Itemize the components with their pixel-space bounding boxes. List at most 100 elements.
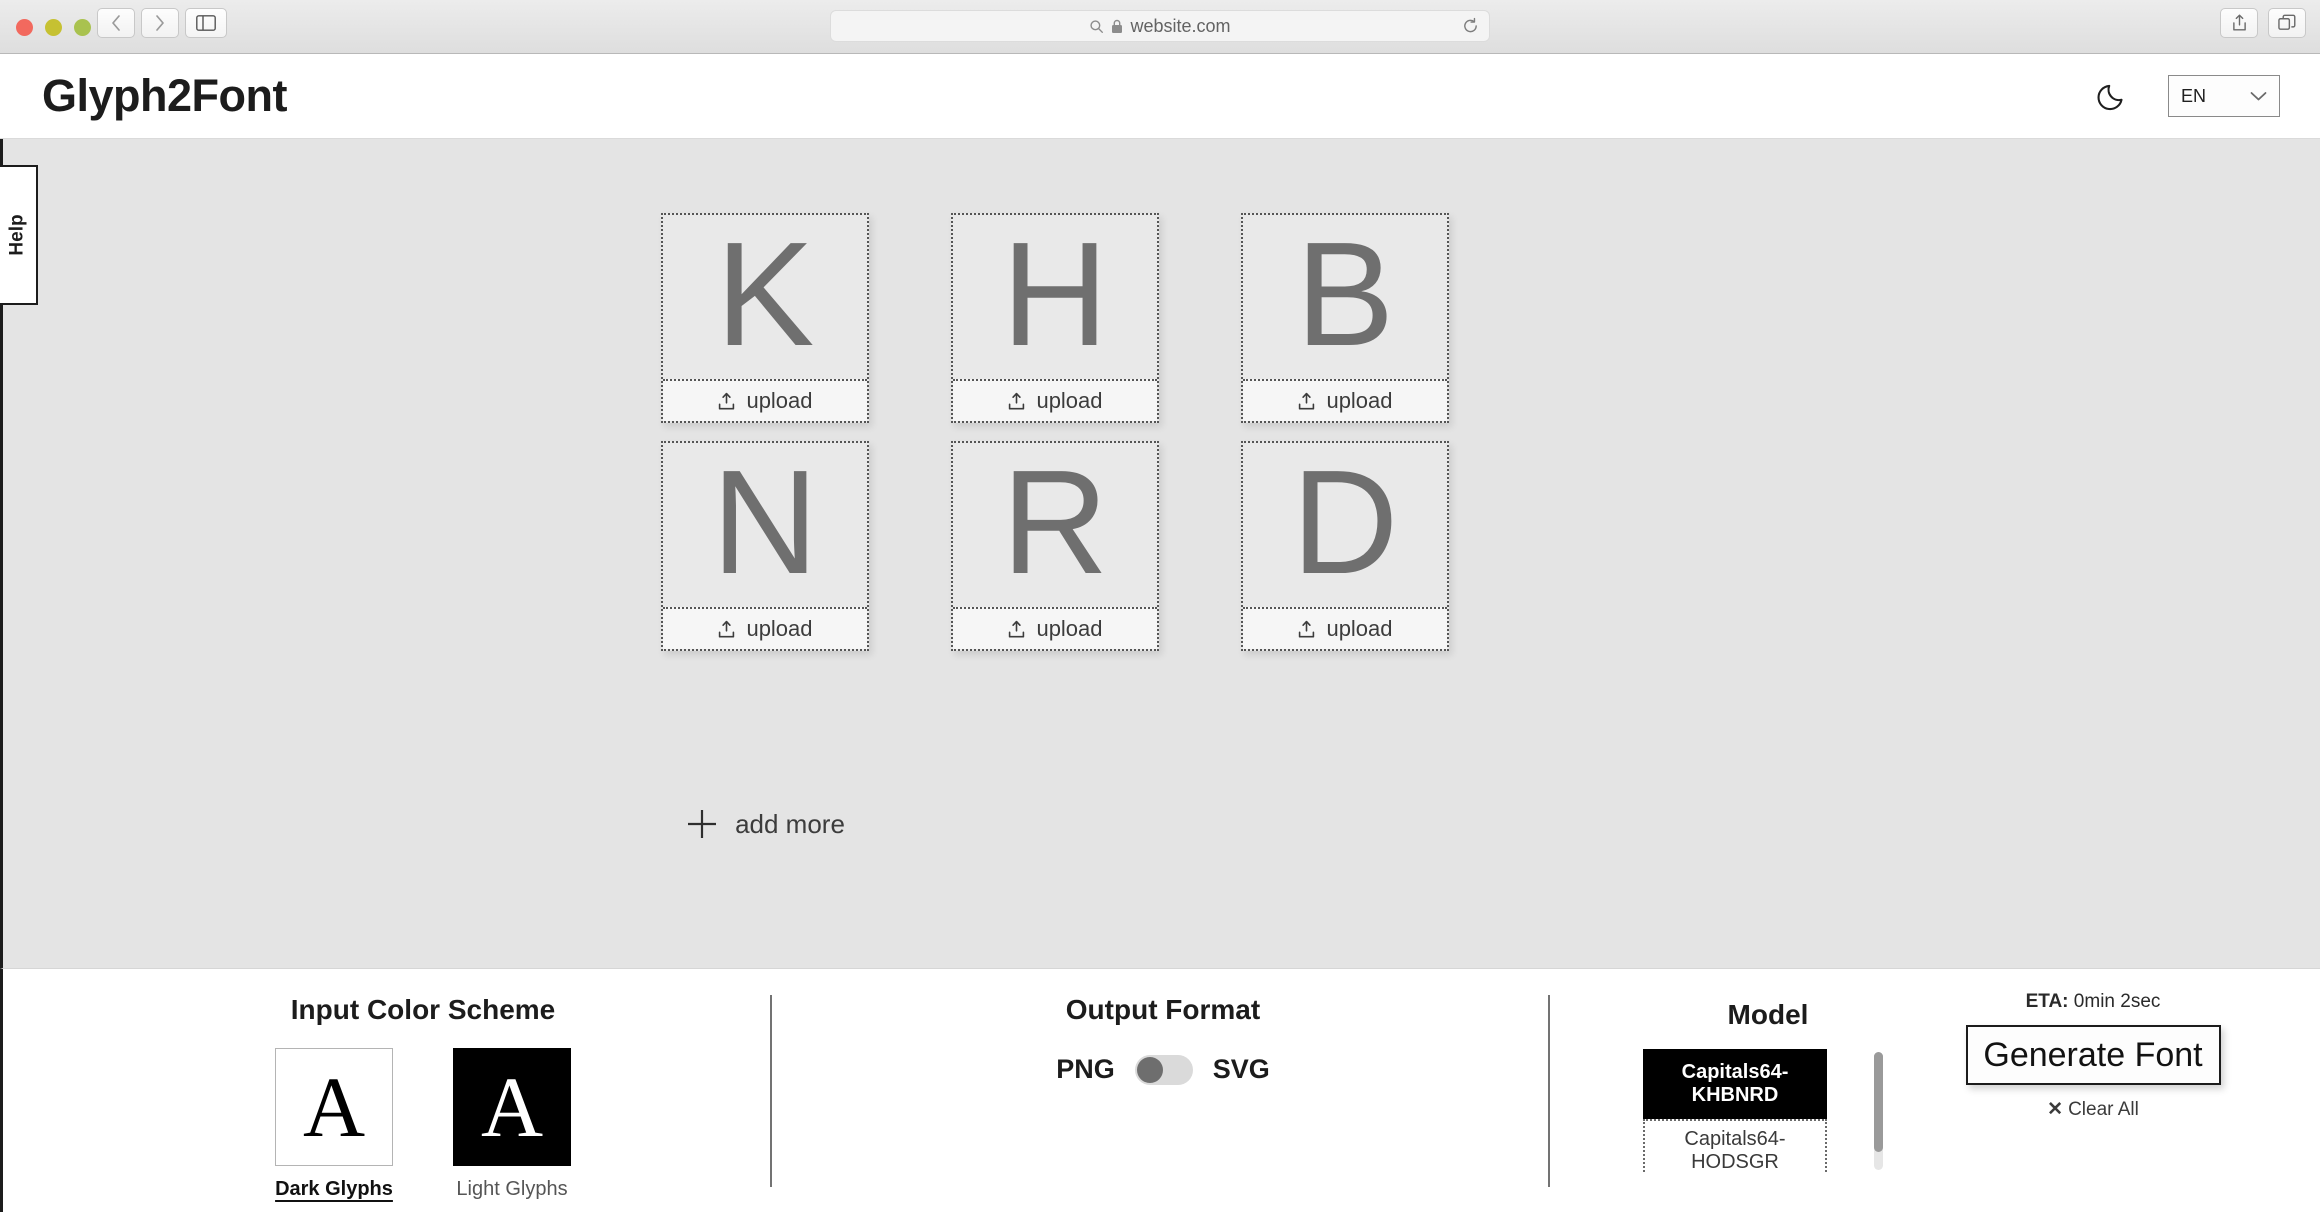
language-select[interactable]: EN xyxy=(2168,75,2280,117)
output-format-png-label[interactable]: PNG xyxy=(1056,1054,1115,1085)
glyph-slot: Hupload xyxy=(910,213,1200,441)
help-tab[interactable]: Help xyxy=(0,165,38,305)
traffic-lights xyxy=(16,19,91,36)
generate-font-button[interactable]: Generate Font xyxy=(1965,1025,2221,1085)
output-format-svg-label[interactable]: SVG xyxy=(1213,1054,1270,1085)
dark-mode-toggle[interactable] xyxy=(2096,79,2130,113)
glyph-card[interactable]: Kupload xyxy=(661,213,869,423)
search-icon xyxy=(1090,19,1104,33)
chevron-down-icon xyxy=(2250,91,2267,102)
reload-button[interactable] xyxy=(1462,17,1479,35)
chevron-right-icon xyxy=(156,15,164,31)
clear-all-button[interactable]: ✕ Clear All xyxy=(2047,1098,2139,1121)
output-format-panel: Output Format PNG SVG xyxy=(903,994,1423,1085)
glyph-letter: D xyxy=(1291,440,1399,605)
upload-button[interactable]: upload xyxy=(1243,379,1447,421)
reload-icon xyxy=(1464,17,1477,33)
glyph-letter: N xyxy=(711,440,819,605)
moon-icon xyxy=(2097,84,2123,111)
glyph-card[interactable]: Bupload xyxy=(1241,213,1449,423)
glyph-card[interactable]: Dupload xyxy=(1241,441,1449,651)
main-content: Help Kupload Hupload Bupload Nupload Rupload… xyxy=(0,139,2320,968)
upload-button-label: upload xyxy=(1326,388,1393,413)
glyph-slot: Dupload xyxy=(1200,441,1490,669)
minimize-window-button[interactable] xyxy=(45,19,62,36)
upload-button[interactable]: upload xyxy=(663,379,867,421)
model-list-item[interactable]: Capitals64-HODSGR xyxy=(1643,1119,1827,1173)
add-more-label: add more xyxy=(735,808,845,839)
generate-panel: ETA: 0min 2sec Generate Font ✕ Clear All xyxy=(1943,991,2243,1121)
input-color-scheme-title: Input Color Scheme xyxy=(290,994,556,1025)
upload-button-label: upload xyxy=(746,616,813,641)
back-button[interactable] xyxy=(97,8,135,38)
add-more-button[interactable]: add more xyxy=(620,669,910,897)
maximize-window-button[interactable] xyxy=(74,19,91,36)
footer-divider-1 xyxy=(770,995,772,1187)
sidebar-toggle-button[interactable] xyxy=(185,8,227,38)
plus-icon xyxy=(685,807,719,841)
upload-button-label: upload xyxy=(1036,616,1103,641)
glyph-card[interactable]: Rupload xyxy=(951,441,1159,651)
light-glyph-preview: A xyxy=(453,1048,571,1166)
address-bar[interactable]: website.com xyxy=(830,10,1490,42)
upload-icon xyxy=(1007,620,1026,639)
upload-icon xyxy=(1007,392,1026,411)
upload-button[interactable]: upload xyxy=(663,607,867,649)
close-icon: ✕ xyxy=(2047,1099,2064,1120)
page-title: Glyph2Font xyxy=(42,70,287,121)
help-tab-label: Help xyxy=(7,214,28,256)
output-format-toggle[interactable] xyxy=(1134,1054,1193,1085)
share-button[interactable] xyxy=(2220,8,2258,38)
upload-button[interactable]: upload xyxy=(953,379,1157,421)
glyph-slot: Kupload xyxy=(620,213,910,441)
footer-toolbar: Input Color Scheme A Dark Glyphs A Light… xyxy=(0,968,2320,1212)
glyph-slot: Rupload xyxy=(910,441,1200,669)
share-icon xyxy=(2232,14,2246,31)
color-scheme-option-light[interactable]: A Light Glyphs xyxy=(453,1048,571,1201)
upload-button-label: upload xyxy=(1036,388,1103,413)
upload-button[interactable]: upload xyxy=(953,607,1157,649)
tab-overview-button[interactable] xyxy=(2268,8,2306,38)
upload-icon xyxy=(1297,620,1316,639)
glyph-card[interactable]: Nupload xyxy=(661,441,869,651)
address-bar-url: website.com xyxy=(1130,15,1231,36)
glyph-card[interactable]: Hupload xyxy=(951,213,1159,423)
tabs-icon xyxy=(2278,14,2296,30)
model-list-wrapper: Capitals64-KHBNRD Capitals64-HODSGR xyxy=(1643,1049,1893,1173)
browser-chrome: website.com xyxy=(0,0,2320,54)
upload-button-label: upload xyxy=(746,388,813,413)
light-glyph-label: Light Glyphs xyxy=(456,1178,568,1200)
language-select-value: EN xyxy=(2181,85,2207,106)
upload-button[interactable]: upload xyxy=(1243,607,1447,649)
eta-value: 0min 2sec xyxy=(2073,991,2161,1012)
upload-button-label: upload xyxy=(1326,616,1393,641)
model-panel: Model Capitals64-KHBNRD Capitals64-HODSGR xyxy=(1643,999,1893,1173)
model-title: Model xyxy=(1727,999,1809,1030)
upload-icon xyxy=(1297,392,1316,411)
glyph-grid: Kupload Hupload Bupload Nupload Rupload Duplo… xyxy=(620,213,1740,897)
lock-icon xyxy=(1112,19,1123,33)
sidebar-icon xyxy=(196,15,216,31)
clear-all-label: Clear All xyxy=(2068,1098,2139,1120)
output-format-title: Output Format xyxy=(1065,994,1261,1025)
footer-divider-2 xyxy=(1548,995,1550,1187)
forward-button[interactable] xyxy=(141,8,179,38)
header-controls: EN xyxy=(2096,75,2280,117)
eta-prefix: ETA: xyxy=(2025,991,2069,1012)
model-list[interactable]: Capitals64-KHBNRD Capitals64-HODSGR xyxy=(1643,1049,1827,1173)
glyph-letter: H xyxy=(1001,212,1109,377)
navigation-buttons xyxy=(97,8,179,38)
model-list-scrollbar-thumb[interactable] xyxy=(1874,1052,1883,1152)
chevron-left-icon xyxy=(112,15,120,31)
color-scheme-options: A Dark Glyphs A Light Glyphs xyxy=(183,1048,663,1201)
close-window-button[interactable] xyxy=(16,19,33,36)
output-format-toggle-row: PNG SVG xyxy=(903,1054,1423,1085)
model-list-item[interactable]: Capitals64-KHBNRD xyxy=(1643,1049,1827,1119)
dark-glyph-label: Dark Glyphs xyxy=(275,1178,393,1200)
color-scheme-option-dark[interactable]: A Dark Glyphs xyxy=(275,1048,393,1201)
input-color-scheme-panel: Input Color Scheme A Dark Glyphs A Light… xyxy=(183,994,663,1201)
model-list-scrollbar[interactable] xyxy=(1874,1052,1883,1170)
upload-icon xyxy=(717,392,736,411)
app-header: Glyph2Font EN xyxy=(0,54,2320,139)
eta-status: ETA: 0min 2sec xyxy=(2026,991,2161,1013)
